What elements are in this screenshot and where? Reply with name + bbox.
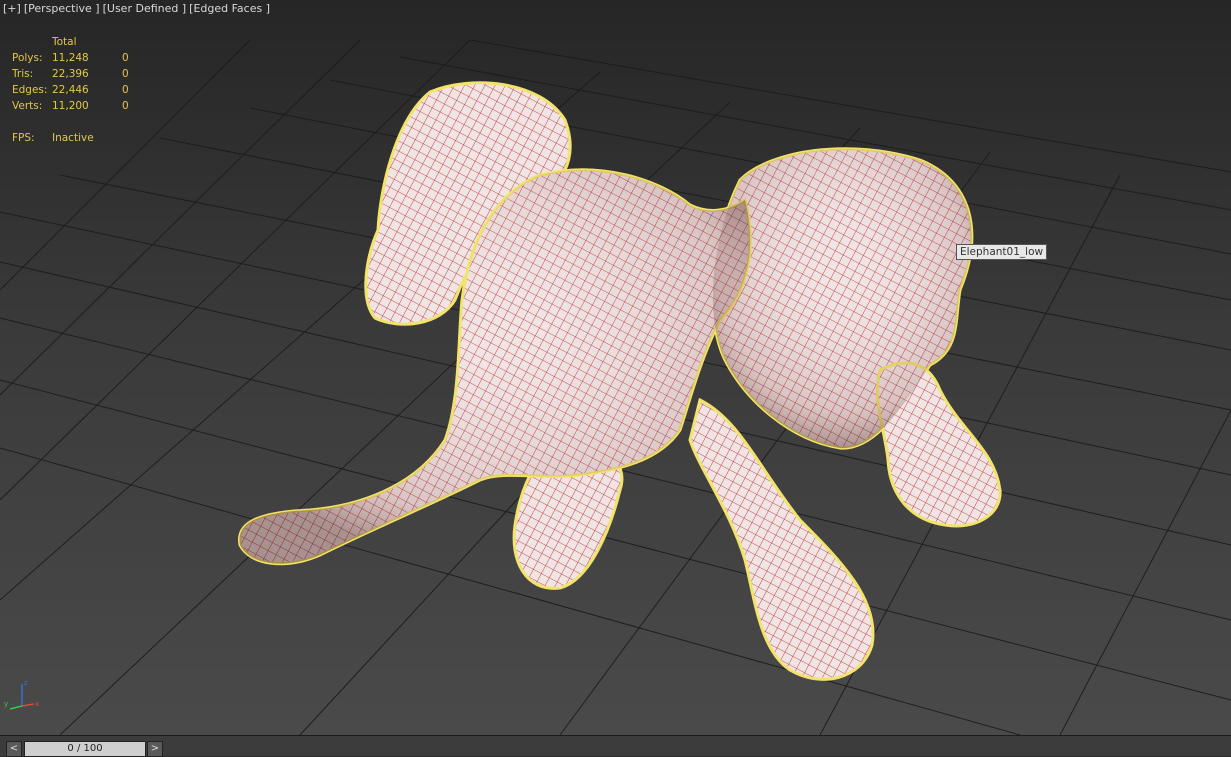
viewport-plus-menu[interactable]: [+] <box>3 2 21 15</box>
statistics-overlay: Total Polys: 11,248 0 Tris: 22,396 0 Edg… <box>12 34 142 146</box>
stats-row: Polys: 11,248 0 <box>12 52 129 64</box>
svg-text:x: x <box>35 700 39 708</box>
perspective-viewport[interactable]: [+] [Perspective ] [User Defined ] [Edge… <box>0 0 1231 735</box>
svg-text:y: y <box>4 700 8 708</box>
viewport-pov-menu[interactable]: [Perspective ] <box>24 2 100 15</box>
stats-header: Total <box>52 36 77 48</box>
stats-row: Tris: 22,396 0 <box>12 68 129 80</box>
viewport-shading-menu[interactable]: [User Defined ] <box>103 2 187 15</box>
fps-row: FPS: Inactive <box>12 132 94 144</box>
stats-row: Edges: 22,446 0 <box>12 84 129 96</box>
elephant-mesh[interactable] <box>0 0 1231 735</box>
axis-tripod-icon: z x y <box>4 679 39 710</box>
stats-row: Verts: 11,200 0 <box>12 100 129 112</box>
svg-text:z: z <box>24 679 28 687</box>
object-name-tooltip: Elephant01_low <box>956 244 1048 260</box>
viewport-display-menu[interactable]: [Edged Faces ] <box>189 2 270 15</box>
viewport-label-menu[interactable]: [+] [Perspective ] [User Defined ] [Edge… <box>3 2 270 15</box>
time-slider-bar: < 0 / 100 > <box>0 735 1231 757</box>
